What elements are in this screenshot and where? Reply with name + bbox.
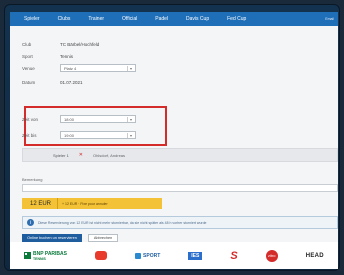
s-logo: S: [230, 249, 238, 262]
tab-official[interactable]: Official: [113, 16, 146, 22]
price-bar: 12 EUR + 12 EUR · Fixe pour annuler: [22, 198, 162, 209]
club-value: TC Bärbel/Hochfeld: [60, 42, 100, 47]
bnp-mark-icon: [24, 252, 31, 259]
tab-trainer[interactable]: Trainer: [79, 16, 113, 22]
note-input[interactable]: [22, 184, 338, 192]
date-row: Datum 01.07.2021: [22, 80, 83, 85]
info-icon: i: [27, 219, 34, 226]
reservation-form: Club TC Bärbel/Hochfeld Sport Tennis Ven…: [10, 26, 338, 242]
tab-padel[interactable]: Padel: [146, 16, 177, 22]
chevron-down-icon: ▾: [127, 117, 134, 122]
time-from-select[interactable]: 18:00 ▾: [60, 115, 136, 123]
club-label: Club: [22, 42, 32, 47]
price-amount: 12 EUR: [22, 198, 59, 209]
chevron-down-icon: ▾: [127, 133, 134, 138]
time-to-label: Zeit bis: [22, 132, 37, 138]
sport-logo: SPORT: [135, 252, 161, 259]
tab-davis-cup[interactable]: Davis Cup: [177, 16, 218, 22]
sponsor-tomato-logo: [95, 251, 108, 260]
app-window: Spieler Clubs Trainer Official Padel Dav…: [4, 4, 340, 271]
bnp-sub: TENNIS: [33, 256, 46, 261]
tab-fed-cup[interactable]: Fed Cup: [218, 16, 255, 22]
info-message: i Diese Reservierung von 12 EUR ist nich…: [22, 216, 338, 229]
player-name: Ohlsdorf, Andreas: [93, 152, 126, 158]
venue-row: Venue Platz 4 ▾: [22, 64, 136, 72]
time-to-value: 19:00: [64, 132, 75, 138]
time-to-row: Zeit bis 19:00 ▾: [22, 131, 136, 139]
ies-logo: IES: [188, 251, 203, 260]
time-highlight-frame: [24, 106, 167, 146]
sport-mark-icon: [135, 252, 142, 259]
time-from-value: 18:00: [64, 116, 75, 122]
date-label: Datum: [22, 80, 36, 85]
head-logo: HEAD: [305, 252, 324, 259]
price-note: + 12 EUR · Fixe pour annuler: [62, 201, 108, 206]
red-circle-logo: zitro: [265, 249, 278, 262]
tab-players[interactable]: Spieler: [10, 16, 49, 22]
time-to-select[interactable]: 19:00 ▾: [60, 131, 136, 139]
sport-text: SPORT: [143, 252, 161, 259]
note-label: Bemerkung: [22, 177, 43, 182]
sponsor-bar: BNP PARIBAS TENNIS SPORT IES S zitro HEA…: [10, 242, 338, 269]
time-from-row: Zeit von 18:00 ▾: [22, 115, 136, 123]
date-value: 01.07.2021: [60, 80, 83, 85]
club-row: Club TC Bärbel/Hochfeld: [22, 42, 99, 47]
chevron-down-icon: ▾: [127, 66, 134, 71]
bnp-paribas-logo: BNP PARIBAS TENNIS: [24, 251, 67, 261]
nav-right-link[interactable]: Email: [325, 17, 338, 21]
player-label: Spieler 1: [53, 152, 69, 158]
time-from-label: Zeit von: [22, 116, 39, 122]
venue-select[interactable]: Platz 4 ▾: [60, 64, 136, 72]
sport-value: Tennis: [60, 54, 74, 59]
book-button[interactable]: Online buchen un reservieren: [22, 234, 82, 242]
remove-player-icon[interactable]: ✕: [79, 152, 83, 158]
bnp-name: BNP PARIBAS: [33, 250, 67, 257]
sport-row: Sport Tennis: [22, 54, 73, 59]
top-navigation: Spieler Clubs Trainer Official Padel Dav…: [10, 12, 338, 26]
venue-selected-value: Platz 4: [64, 65, 77, 71]
player-box: Spieler 1 ✕ Ohlsdorf, Andreas: [22, 148, 338, 162]
tab-clubs[interactable]: Clubs: [49, 16, 80, 22]
venue-label: Venue: [22, 65, 35, 71]
sport-label: Sport: [22, 54, 33, 59]
cancel-button[interactable]: Abbrechen: [88, 234, 118, 242]
info-text: Diese Reservierung von 12 EUR ist nicht …: [38, 220, 207, 225]
